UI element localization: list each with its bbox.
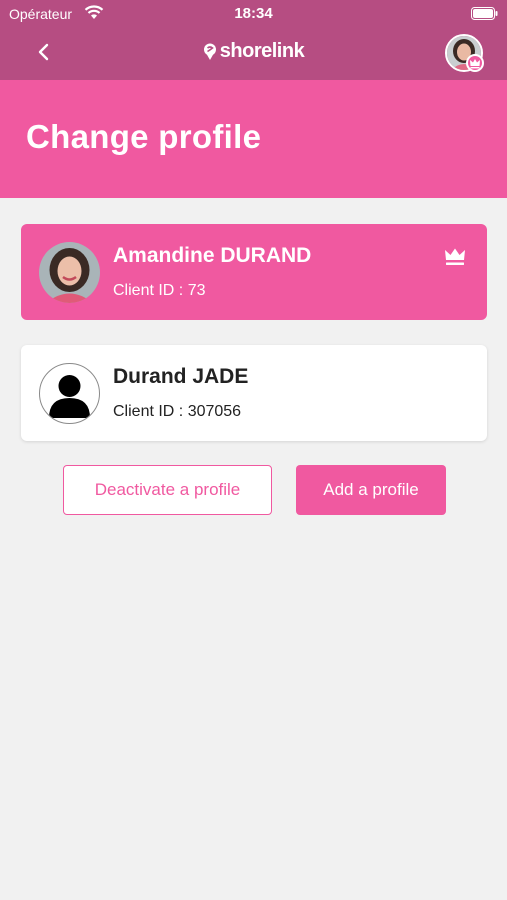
page-title: Change profile <box>26 118 262 155</box>
clock: 18:34 <box>234 5 273 22</box>
avatar-photo <box>39 242 100 303</box>
profile-card[interactable]: Durand JADE Client ID : 307056 <box>21 345 487 441</box>
add-profile-button[interactable]: Add a profile <box>296 465 446 515</box>
status-bar: Opérateur 18:34 <box>0 0 507 28</box>
logo-mark-icon <box>203 43 216 60</box>
app-logo: shorelink <box>0 40 507 66</box>
profile-name: Amandine DURAND <box>113 244 312 267</box>
client-id: Client ID : 73 <box>113 282 206 299</box>
profile-card-active[interactable]: Amandine DURAND Client ID : 73 <box>21 224 487 320</box>
avatar <box>39 363 100 424</box>
crown-icon <box>470 59 480 69</box>
deactivate-profile-button[interactable]: Deactivate a profile <box>63 465 272 515</box>
logo-text: shorelink <box>219 40 305 62</box>
owner-badge <box>466 54 484 72</box>
avatar <box>39 242 100 303</box>
client-id: Client ID : 307056 <box>113 403 242 420</box>
profile-name: Durand JADE <box>113 365 249 388</box>
default-user-icon <box>49 375 90 418</box>
crown-icon <box>445 248 465 265</box>
battery-icon <box>471 7 498 20</box>
